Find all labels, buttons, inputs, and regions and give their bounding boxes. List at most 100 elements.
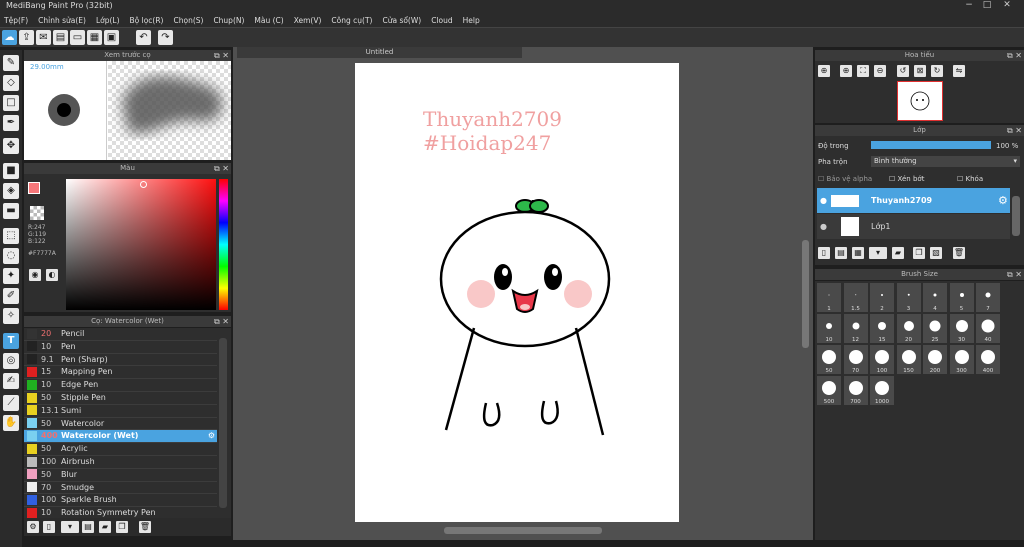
eyedropper-icon[interactable]: ⟋: [3, 395, 19, 411]
layer-row-selected[interactable]: ● Thuyanh2709 ⚙: [817, 188, 1010, 213]
panel-close-icon[interactable]: ⧉ ✕: [214, 316, 229, 327]
brush-size-option[interactable]: 200: [923, 345, 947, 374]
new-layer-icon[interactable]: ▯: [818, 247, 830, 259]
brush-size-option[interactable]: 2: [870, 283, 894, 312]
brush-list-item[interactable]: 10 Rotation Symmetry Pen: [24, 507, 217, 518]
brush-size-option[interactable]: 3: [896, 283, 921, 312]
blend-select[interactable]: Bình thường ▾: [871, 156, 1020, 167]
menu-filter[interactable]: Bộ lọc(R): [130, 16, 164, 25]
protect-alpha-checkbox[interactable]: ☐ Bảo vệ alpha: [818, 175, 872, 183]
save-icon[interactable]: ▭: [70, 30, 85, 45]
fit-icon[interactable]: ⛶: [857, 65, 869, 77]
canvas-hscroll[interactable]: [444, 527, 602, 534]
redo-icon[interactable]: ↷: [158, 30, 173, 45]
brush-tool-icon[interactable]: ✎: [3, 55, 19, 71]
brush-size-option[interactable]: 30: [949, 314, 974, 343]
color-saturation-field[interactable]: [66, 179, 216, 310]
operation-tool-icon[interactable]: ◎: [3, 353, 19, 369]
brush-size-option[interactable]: 50: [817, 345, 841, 374]
new-layer-2-icon[interactable]: ▤: [835, 247, 847, 259]
brush-list-item[interactable]: 13.1 Sumi: [24, 405, 217, 418]
brush-copy-icon[interactable]: ❐: [116, 521, 128, 533]
hue-slider[interactable]: [219, 179, 228, 310]
brush-list-item[interactable]: 15 Mapping Pen: [24, 366, 217, 380]
rotate-right-icon[interactable]: ↻: [931, 65, 943, 77]
visibility-icon[interactable]: ●: [820, 196, 827, 205]
panel-close-icon[interactable]: ⧉ ✕: [214, 163, 229, 174]
zoom-out-icon[interactable]: ⊖: [874, 65, 886, 77]
brush-size-option[interactable]: 1.5: [843, 283, 868, 312]
panel-close-icon[interactable]: ⧉ ✕: [214, 50, 229, 61]
maximize-button[interactable]: □: [980, 0, 994, 11]
layer-row[interactable]: ● Lớp1: [817, 214, 1010, 239]
transparent-color-swatch[interactable]: [30, 206, 44, 220]
brush-size-option[interactable]: 1: [817, 283, 841, 312]
opacity-slider[interactable]: [871, 141, 991, 149]
upload-icon[interactable]: ⇪: [19, 30, 34, 45]
new-layer-3-icon[interactable]: ▦: [852, 247, 864, 259]
undo-icon[interactable]: ↶: [136, 30, 151, 45]
select-eraser-icon[interactable]: ✧: [3, 308, 19, 324]
brush-list-item[interactable]: 50 Acrylic: [24, 443, 217, 456]
brush-add-icon[interactable]: ⚙: [27, 521, 39, 533]
brush-list-item[interactable]: 50 Stipple Pen: [24, 392, 217, 405]
rectangle-tool-icon[interactable]: □: [3, 95, 19, 111]
palette-icon[interactable]: ◉: [29, 269, 41, 281]
brush-size-option[interactable]: 12: [843, 314, 868, 343]
delete-layer-icon[interactable]: 🗑: [953, 247, 965, 259]
bucket-tool-icon[interactable]: ◈: [3, 183, 19, 199]
panel-close-icon[interactable]: ⧉ ✕: [1007, 50, 1022, 61]
brush-size-option[interactable]: 700: [843, 376, 868, 405]
navigator-thumbnail[interactable]: [897, 81, 943, 121]
layer-menu-icon[interactable]: ▾: [869, 247, 887, 259]
brush-list-item[interactable]: 50 Blur: [24, 469, 217, 482]
brush-folder-icon[interactable]: ▰: [99, 521, 111, 533]
brush-list-item[interactable]: 9.1 Pen (Sharp): [24, 354, 217, 367]
zoom-in-icon[interactable]: ⊕: [818, 65, 830, 77]
move-tool-icon[interactable]: ✥: [3, 138, 19, 154]
dropper-icon[interactable]: ✍: [3, 373, 19, 389]
layer-scrollbar[interactable]: [1012, 196, 1020, 236]
folder-icon[interactable]: ▰: [892, 247, 904, 259]
brush-settings-icon[interactable]: ▤: [82, 521, 94, 533]
brush-size-option[interactable]: 25: [923, 314, 947, 343]
merge-icon[interactable]: ▧: [930, 247, 942, 259]
brush-size-option[interactable]: 70: [843, 345, 868, 374]
brush-size-option[interactable]: 100: [870, 345, 894, 374]
pen-tool-icon[interactable]: ✒: [3, 115, 19, 131]
menu-layer[interactable]: Lớp(L): [96, 16, 120, 25]
gear-icon[interactable]: ⚙: [208, 430, 215, 442]
brush-list-item[interactable]: 10 Edge Pen: [24, 379, 217, 392]
rotate-left-icon[interactable]: ↺: [897, 65, 909, 77]
brush-size-option[interactable]: 300: [949, 345, 974, 374]
menu-window[interactable]: Cửa sổ(W): [382, 16, 421, 25]
brush-list-item[interactable]: 10 Pen: [24, 341, 217, 354]
color-picker-cursor[interactable]: [140, 181, 147, 188]
duplicate-icon[interactable]: ❐: [913, 247, 925, 259]
grid-icon[interactable]: ▣: [104, 30, 119, 45]
brush-menu-icon[interactable]: ▾: [61, 521, 79, 533]
brush-list-item[interactable]: 70 Smudge: [24, 482, 217, 495]
gear-icon[interactable]: ⚙: [998, 194, 1008, 207]
hand-tool-icon[interactable]: ✋: [3, 415, 19, 431]
flip-icon[interactable]: ⇋: [953, 65, 965, 77]
brush-list-item[interactable]: 100 Airbrush: [24, 456, 217, 469]
brush-size-option[interactable]: 5: [949, 283, 974, 312]
menu-snap[interactable]: Chup(N): [213, 16, 244, 25]
brush-size-option[interactable]: 15: [870, 314, 894, 343]
cloud-icon[interactable]: ☁: [2, 30, 17, 45]
brush-size-option[interactable]: 10: [817, 314, 841, 343]
fill-rect-tool-icon[interactable]: ■: [3, 163, 19, 179]
lasso-icon[interactable]: ◌: [3, 248, 19, 264]
brush-list-item[interactable]: 100 Sparkle Brush: [24, 494, 217, 508]
export-icon[interactable]: ▦: [87, 30, 102, 45]
chat-icon[interactable]: ▤: [53, 30, 68, 45]
document-tab[interactable]: Untitled: [237, 47, 522, 58]
reset-view-icon[interactable]: ⊠: [914, 65, 926, 77]
brush-list-scrollbar[interactable]: [219, 338, 227, 508]
gradient-tool-icon[interactable]: ▬: [3, 203, 19, 219]
visibility-icon[interactable]: ●: [820, 222, 827, 231]
menu-color[interactable]: Màu (C): [254, 16, 283, 25]
color-add-icon[interactable]: ◐: [46, 269, 58, 281]
brush-size-option[interactable]: 500: [817, 376, 841, 405]
